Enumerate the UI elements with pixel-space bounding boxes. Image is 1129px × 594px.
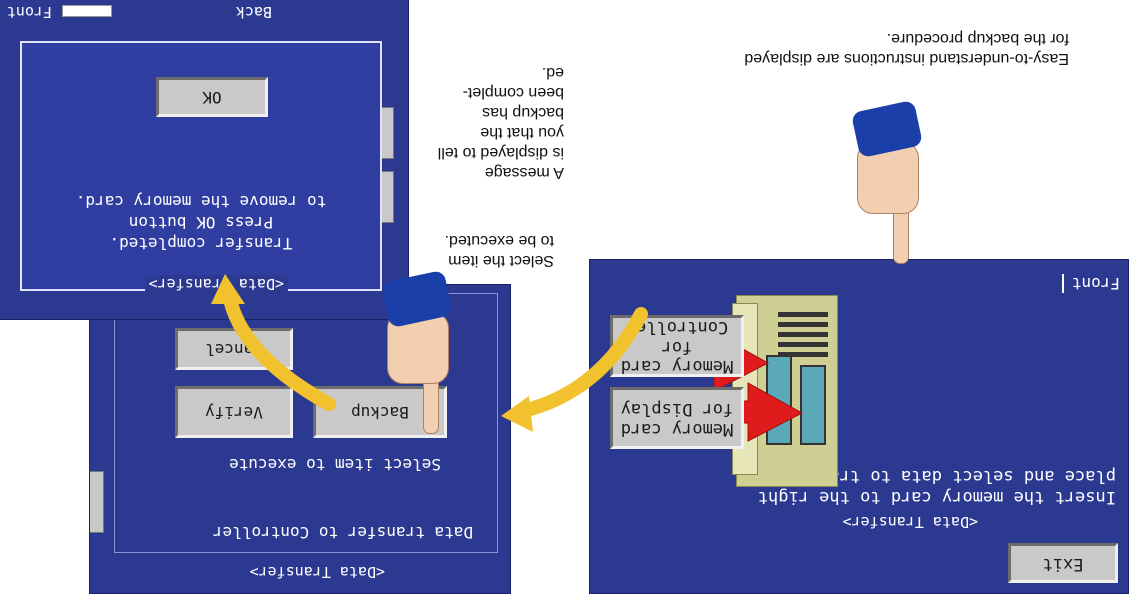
pointing-hand-icon [369, 269, 479, 434]
yellow-arrow-to-select [512, 307, 648, 419]
annotation-easy-instructions: Easy-to-understand instructions are disp… [744, 30, 1069, 67]
pointing-hand-icon [839, 99, 949, 264]
yellow-arrow-head-select [501, 396, 533, 432]
annotation-select-item: Select the item to be executed. [444, 232, 554, 269]
yellow-arrows [211, 274, 648, 432]
figure-stage: Exit <Data Transfer> Insert the memory c… [0, 0, 1129, 594]
annotation-message-displayed: A message is displayed to tell you that … [437, 64, 564, 181]
yellow-arrow-to-complete [222, 287, 336, 411]
yellow-arrow-head-complete [211, 274, 245, 304]
